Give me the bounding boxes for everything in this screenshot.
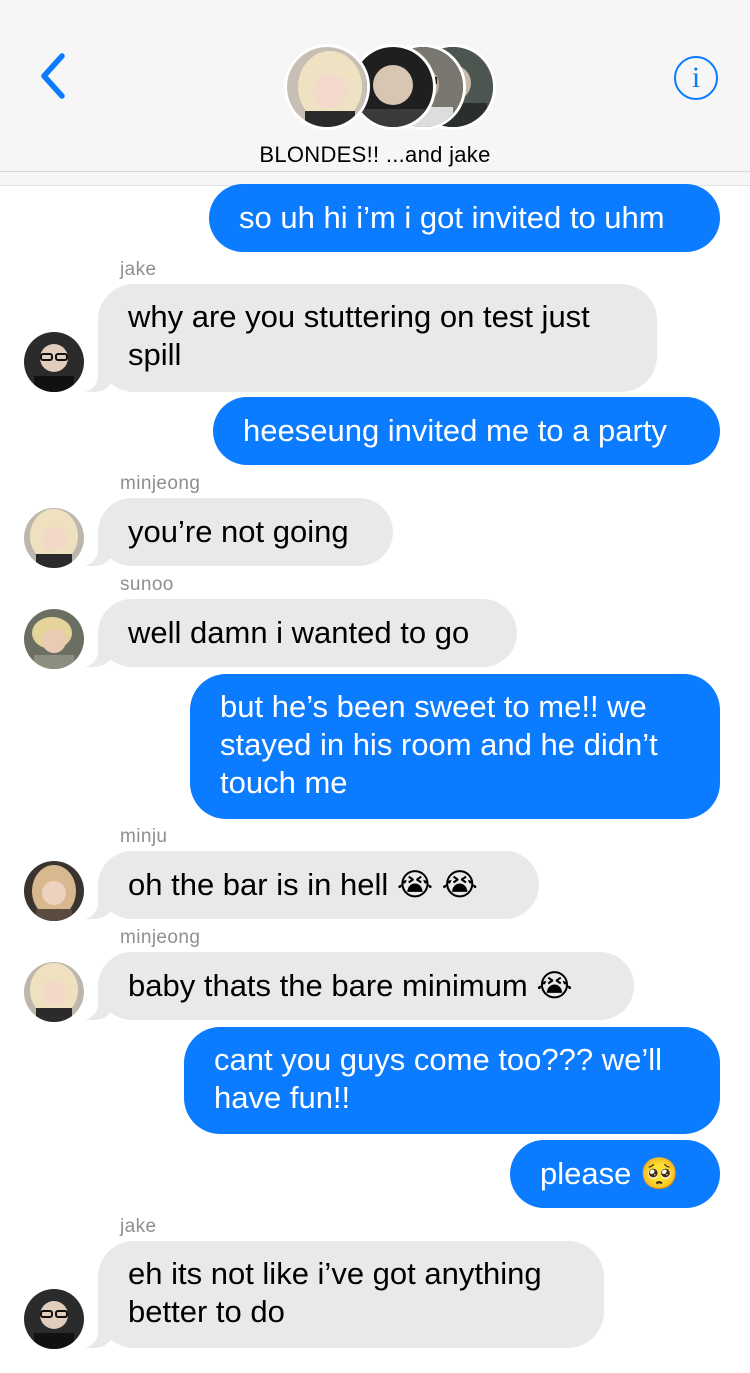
- message-text: you’re not going: [128, 514, 349, 549]
- message-text: but he’s been sweet to me!! we stayed in…: [220, 689, 658, 800]
- message-bubble-incoming[interactable]: oh the bar is in hell 😭 😭: [76, 851, 539, 919]
- sender-name: jake: [120, 259, 157, 280]
- message-text: why are you stuttering on test just spil…: [128, 299, 590, 372]
- info-icon: i: [691, 61, 701, 94]
- message-text: well damn i wanted to go: [128, 615, 470, 650]
- avatar-minjeong[interactable]: [24, 962, 84, 1022]
- message-bubble-incoming[interactable]: why are you stuttering on test just spil…: [76, 284, 657, 392]
- message-text: eh its not like i’ve got anything better…: [128, 1256, 542, 1329]
- sender-name: minjeong: [120, 927, 201, 948]
- message-bubble-outgoing[interactable]: but he’s been sweet to me!! we stayed in…: [190, 674, 720, 819]
- message-bubble-outgoing[interactable]: please 🥺: [510, 1140, 720, 1208]
- info-button[interactable]: i: [674, 56, 718, 100]
- message-text: baby thats the bare minimum 😭: [128, 968, 573, 1003]
- message-bubble-incoming[interactable]: you’re not going: [76, 498, 393, 566]
- avatar-minju[interactable]: [24, 861, 84, 921]
- sender-name: sunoo: [120, 574, 174, 595]
- message-text: so uh hi i’m i got invited to uhm: [239, 200, 665, 235]
- message-bubble-outgoing[interactable]: so uh hi i’m i got invited to uhm: [209, 184, 720, 252]
- chat-header: i BLONDES!! ...and jake: [0, 0, 750, 172]
- message-text: heeseung invited me to a party: [243, 413, 667, 448]
- sender-name: jake: [120, 1216, 157, 1237]
- group-avatar: [284, 44, 370, 130]
- message-bubble-incoming[interactable]: baby thats the bare minimum 😭: [76, 952, 634, 1020]
- avatar-minjeong[interactable]: [24, 508, 84, 568]
- avatar-jake[interactable]: [24, 332, 84, 392]
- group-avatars[interactable]: [284, 44, 504, 130]
- group-title[interactable]: BLONDES!! ...and jake: [0, 142, 750, 168]
- message-bubble-incoming[interactable]: well damn i wanted to go: [76, 599, 517, 667]
- chevron-left-icon: [41, 53, 65, 99]
- message-text: oh the bar is in hell 😭 😭: [128, 867, 478, 902]
- avatar-jake[interactable]: [24, 1289, 84, 1349]
- sender-name: minjeong: [120, 473, 201, 494]
- back-button[interactable]: [34, 50, 78, 102]
- avatar-sunoo[interactable]: [24, 609, 84, 669]
- message-bubble-outgoing[interactable]: cant you guys come too??? we’ll have fun…: [184, 1027, 720, 1134]
- message-text: please 🥺: [540, 1156, 679, 1191]
- message-bubble-incoming[interactable]: eh its not like i’ve got anything better…: [76, 1241, 604, 1348]
- message-bubble-outgoing[interactable]: heeseung invited me to a party: [213, 397, 720, 465]
- sender-name: minju: [120, 826, 168, 847]
- message-text: cant you guys come too??? we’ll have fun…: [214, 1042, 663, 1115]
